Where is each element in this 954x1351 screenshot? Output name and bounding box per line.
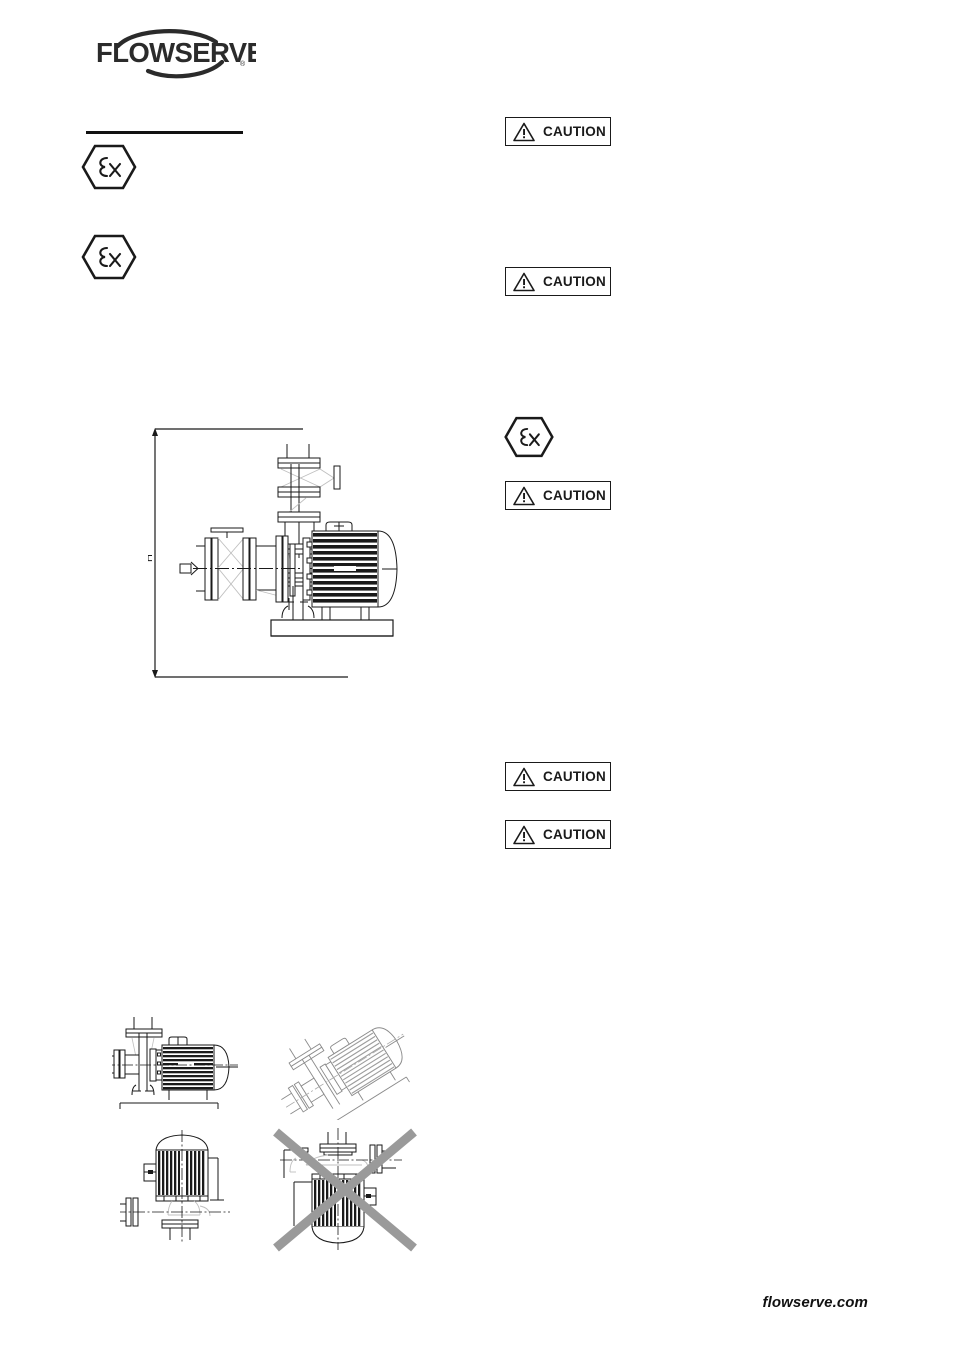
vertical-inline-pump-elevation-drawing: H [148,418,418,693]
caution-label: CAUTION [543,273,606,289]
logo-wordmark: FLOWSERVE [96,37,256,68]
caution-callout: CAUTION [505,481,611,510]
caution-callout: CAUTION [505,117,611,146]
caution-label: CAUTION [543,826,606,842]
warning-triangle-icon [513,122,535,141]
caution-label: CAUTION [543,487,606,503]
caution-callout: CAUTION [505,762,611,791]
warning-triangle-icon [513,486,535,505]
document-page: FLOWSERVE ® CAUTION CAUTION CAUTION CAUT… [0,0,954,1351]
footer-website-url[interactable]: flowserve.com [762,1294,868,1311]
logo-registered-mark: ® [240,60,246,68]
figure-motor-orientation-horizontal [112,1005,252,1117]
dimension-label-h: H [148,554,155,562]
figure-motor-orientation-tilted [278,1000,438,1120]
warning-triangle-icon [513,767,535,786]
caution-callout: CAUTION [505,267,611,296]
atex-ex-hexagon-icon [80,143,138,196]
caution-label: CAUTION [543,768,606,784]
caution-label: CAUTION [543,123,606,139]
warning-triangle-icon [513,272,535,291]
flowserve-logo: FLOWSERVE ® [96,24,256,84]
warning-triangle-icon [513,825,535,844]
figure-motor-orientation-vertical-up [120,1128,250,1246]
section-rule [86,131,243,134]
figure-motor-orientation-vertical-down-prohibited [266,1122,424,1257]
caution-callout: CAUTION [505,820,611,849]
atex-ex-hexagon-icon [80,233,138,286]
atex-ex-hexagon-icon [503,415,555,464]
